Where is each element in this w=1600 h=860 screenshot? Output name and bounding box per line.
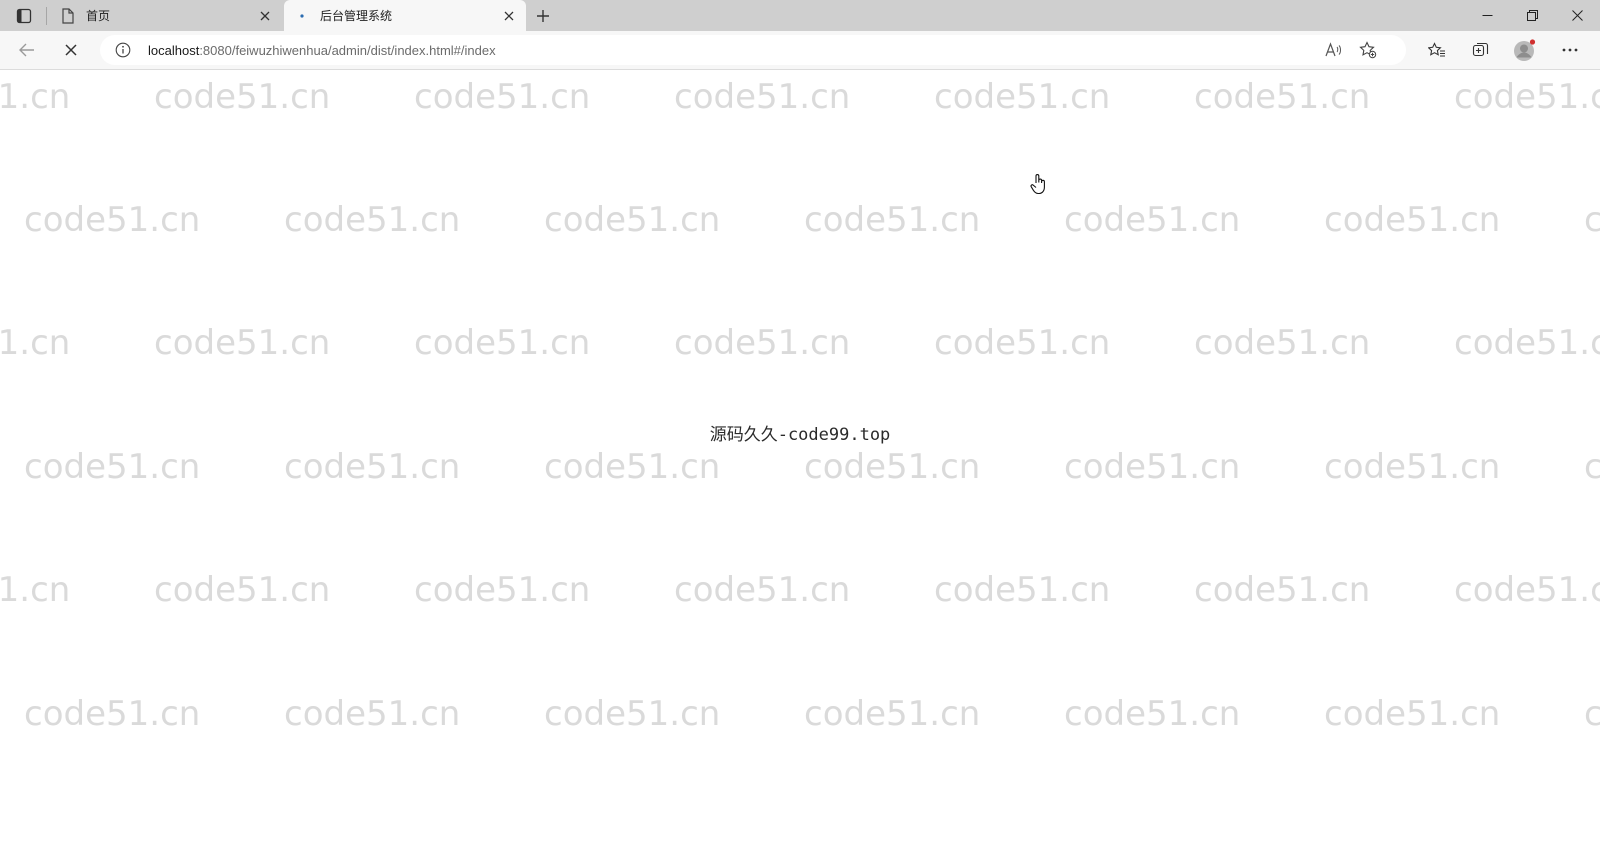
window-controls xyxy=(1465,0,1600,31)
address-bar[interactable]: localhost:8080/feiwuzhiwenhua/admin/dist… xyxy=(100,35,1406,65)
loading-dot-icon xyxy=(294,8,310,24)
browser-toolbar: localhost:8080/feiwuzhiwenhua/admin/dist… xyxy=(0,31,1600,70)
avatar-icon[interactable] xyxy=(1510,35,1540,65)
tab-separator xyxy=(46,7,47,25)
tab-title: 后台管理系统 xyxy=(320,9,393,23)
stop-icon[interactable] xyxy=(56,35,86,65)
tab-admin[interactable]: 后台管理系统 xyxy=(284,0,526,31)
restore-icon[interactable] xyxy=(1510,0,1555,31)
hand-cursor-icon xyxy=(1030,173,1048,195)
collections-icon[interactable] xyxy=(1466,35,1496,65)
tab-title: 首页 xyxy=(86,9,111,23)
close-icon[interactable] xyxy=(498,5,520,27)
window-close-icon[interactable] xyxy=(1555,0,1600,31)
minimize-icon[interactable] xyxy=(1465,0,1510,31)
plus-icon[interactable] xyxy=(530,4,556,28)
tab-actions-icon[interactable] xyxy=(10,4,38,28)
more-icon[interactable] xyxy=(1555,35,1585,65)
read-aloud-icon[interactable] xyxy=(1322,38,1346,62)
info-icon[interactable] xyxy=(114,41,132,59)
back-arrow-icon[interactable] xyxy=(12,35,42,65)
tab-strip: 首页 后台管理系统 xyxy=(0,0,1600,31)
page-center-text: 源码久久-code99.top xyxy=(709,425,891,445)
close-icon[interactable] xyxy=(254,5,276,27)
url-text[interactable]: localhost:8080/feiwuzhiwenhua/admin/dist… xyxy=(148,43,496,58)
tab-home[interactable]: 首页 xyxy=(50,0,282,31)
browser-window: 首页 后台管理系统 localhost:8080/feiwuzhiwenhua/… xyxy=(0,0,1600,860)
page-content: 源码久久-code99.top xyxy=(0,70,1600,860)
url-path: :8080/feiwuzhiwenhua/admin/dist/index.ht… xyxy=(199,43,496,58)
url-host: localhost xyxy=(148,43,200,58)
add-favorite-icon[interactable] xyxy=(1356,38,1380,62)
favorites-icon[interactable] xyxy=(1422,35,1452,65)
page-icon xyxy=(60,7,76,24)
